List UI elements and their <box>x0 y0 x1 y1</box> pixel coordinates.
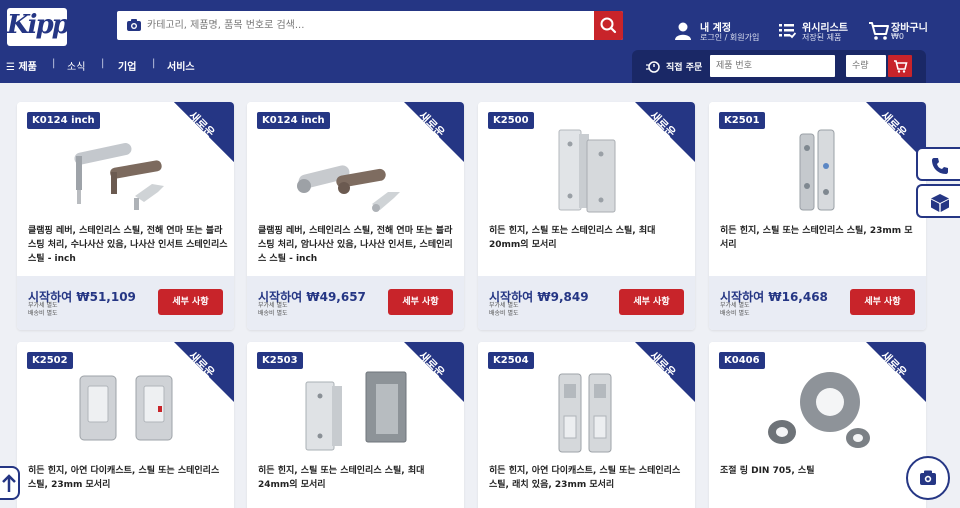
chevron-up-icon <box>2 474 16 492</box>
logo-text: Kipp <box>7 10 70 40</box>
nav-products-menu[interactable]: ☰ 제품 <box>6 58 37 73</box>
search-input[interactable] <box>147 15 577 36</box>
kipp-logo[interactable]: Kipp <box>7 8 70 46</box>
nav-item-news[interactable]: 소식 <box>67 58 85 73</box>
product-image-adjusting-ring[interactable] <box>754 366 884 456</box>
product-card[interactable]: K2503 새로운 히든 힌지, 스틸 또는 스테인리스 스틸, 최대 24mm… <box>247 342 464 508</box>
tax-line-2: 배송비 별도 <box>258 310 288 317</box>
product-title[interactable]: 히든 힌지, 스틸 또는 스테인리스 스틸, 최대 20mm의 모서리 <box>489 224 689 252</box>
phone-icon <box>932 158 948 174</box>
camera-search-icon[interactable] <box>126 17 142 33</box>
product-card[interactable]: K2500 새로운 히든 힌지, 스틸 또는 스테인리스 스틸, 최대 20mm… <box>478 102 695 330</box>
product-title[interactable]: 히든 힌지, 아연 다이캐스트, 스틸 또는 스테인리스 스틸, 23mm 모서… <box>28 464 228 492</box>
product-title[interactable]: 클램핑 레버, 스테인리스 스틸, 전해 연마 또는 블라스팅 처리, 암나사산… <box>258 224 458 266</box>
tax-line-2: 배송비 별도 <box>489 310 519 317</box>
contact-phone-button[interactable] <box>916 147 960 181</box>
cube-icon <box>931 194 949 212</box>
quick-order-label: 직접 주문 <box>666 63 703 73</box>
account-subtitle: 로그인 / 회원가입 <box>700 33 760 42</box>
search-bar <box>117 11 623 40</box>
cart-icon <box>894 60 908 73</box>
details-button[interactable]: 세부 사항 <box>388 289 453 315</box>
price-value: ₩51,109 <box>76 290 136 304</box>
user-icon <box>675 22 691 40</box>
tax-note: 부가세 별도 배송비 별도 <box>28 302 58 318</box>
product-image-hinge-24mm[interactable] <box>292 366 422 456</box>
product-title[interactable]: 히든 힌지, 스틸 또는 스테인리스 스틸, 23mm 모서리 <box>720 224 920 252</box>
site-header: Kipp 내 계정 로그인 / 회원가입 <box>0 0 960 83</box>
price-value: ₩9,849 <box>537 290 589 304</box>
price-value: ₩49,657 <box>306 290 366 304</box>
product-image-hidden-hinge-23mm[interactable] <box>754 126 884 216</box>
product-title[interactable]: 히든 힌지, 아연 다이캐스트, 스틸 또는 스테인리스 스틸, 래치 있음, … <box>489 464 689 492</box>
details-button[interactable]: 세부 사항 <box>158 289 223 315</box>
product-card[interactable]: K0124 inch 새로운 클램핑 레버, 스테인리스 스틸, 전해 연마 또… <box>17 102 234 330</box>
tax-note: 부가세 별도 배송비 별도 <box>720 302 750 318</box>
nav-separator: | <box>152 58 156 69</box>
cart-total: ₩0 <box>891 32 904 41</box>
tax-line-2: 배송비 별도 <box>28 310 58 317</box>
product-image-hidden-hinge[interactable] <box>523 126 653 216</box>
quick-order-product-input[interactable] <box>710 55 835 77</box>
nav-separator: | <box>101 58 105 69</box>
tax-line-1: 부가세 별도 <box>258 302 288 309</box>
product-card[interactable]: K2502 새로운 히든 힌지, 아연 다이캐스트, 스틸 또는 스테인리스 스… <box>17 342 234 508</box>
product-image-zinc-hinge[interactable] <box>62 366 192 456</box>
quick-order-bar: 직접 주문 <box>632 50 926 83</box>
search-button[interactable] <box>594 11 623 40</box>
fast-order-icon <box>646 61 660 73</box>
product-card[interactable]: K2504 새로운 히든 힌지, 아연 다이캐스트, 스틸 또는 스테인리스 스… <box>478 342 695 508</box>
tax-line-1: 부가세 별도 <box>28 302 58 309</box>
camera-icon <box>920 470 936 485</box>
price-value: ₩16,468 <box>768 290 828 304</box>
tax-line-1: 부가세 별도 <box>489 302 519 309</box>
quick-order-add-button[interactable] <box>888 55 912 77</box>
product-image-clamping-lever[interactable] <box>62 126 192 216</box>
cart-icon <box>869 22 889 40</box>
product-card[interactable]: K0124 inch 새로운 클램핑 레버, 스테인리스 스틸, 전해 연마 또… <box>247 102 464 330</box>
product-image-latch-hinge[interactable] <box>523 366 653 456</box>
product-title[interactable]: 히든 힌지, 스틸 또는 스테인리스 스틸, 최대 24mm의 모서리 <box>258 464 458 492</box>
wishlist-subtitle: 저장된 제품 <box>802 33 842 42</box>
nav-item-company[interactable]: 기업 <box>118 58 136 73</box>
tax-line-2: 배송비 별도 <box>720 310 750 317</box>
product-card[interactable]: K2501 새로운 히든 힌지, 스틸 또는 스테인리스 스틸, 23mm 모서… <box>709 102 926 330</box>
nav-item-services[interactable]: 서비스 <box>167 58 195 73</box>
scroll-top-button[interactable] <box>0 466 20 500</box>
product-title[interactable]: 클램핑 레버, 스테인리스 스틸, 전해 연마 또는 블라스팅 처리, 수나사산… <box>28 224 228 266</box>
quick-order-qty-input[interactable] <box>846 55 886 77</box>
details-button[interactable]: 세부 사항 <box>850 289 915 315</box>
image-search-button[interactable] <box>906 456 950 500</box>
product-card[interactable]: K0406 새로운 조절 링 DIN 705, 스틸 <box>709 342 926 508</box>
product-title[interactable]: 조절 링 DIN 705, 스틸 <box>720 464 920 478</box>
tax-note: 부가세 별도 배송비 별도 <box>489 302 519 318</box>
search-icon <box>600 17 617 34</box>
details-button[interactable]: 세부 사항 <box>619 289 684 315</box>
tax-note: 부가세 별도 배송비 별도 <box>258 302 288 318</box>
product-image-clamping-lever-female[interactable] <box>292 126 422 216</box>
nav-separator: | <box>52 58 56 69</box>
product-configurator-button[interactable] <box>916 184 960 218</box>
tax-line-1: 부가세 별도 <box>720 302 750 309</box>
wishlist-icon <box>779 24 796 39</box>
